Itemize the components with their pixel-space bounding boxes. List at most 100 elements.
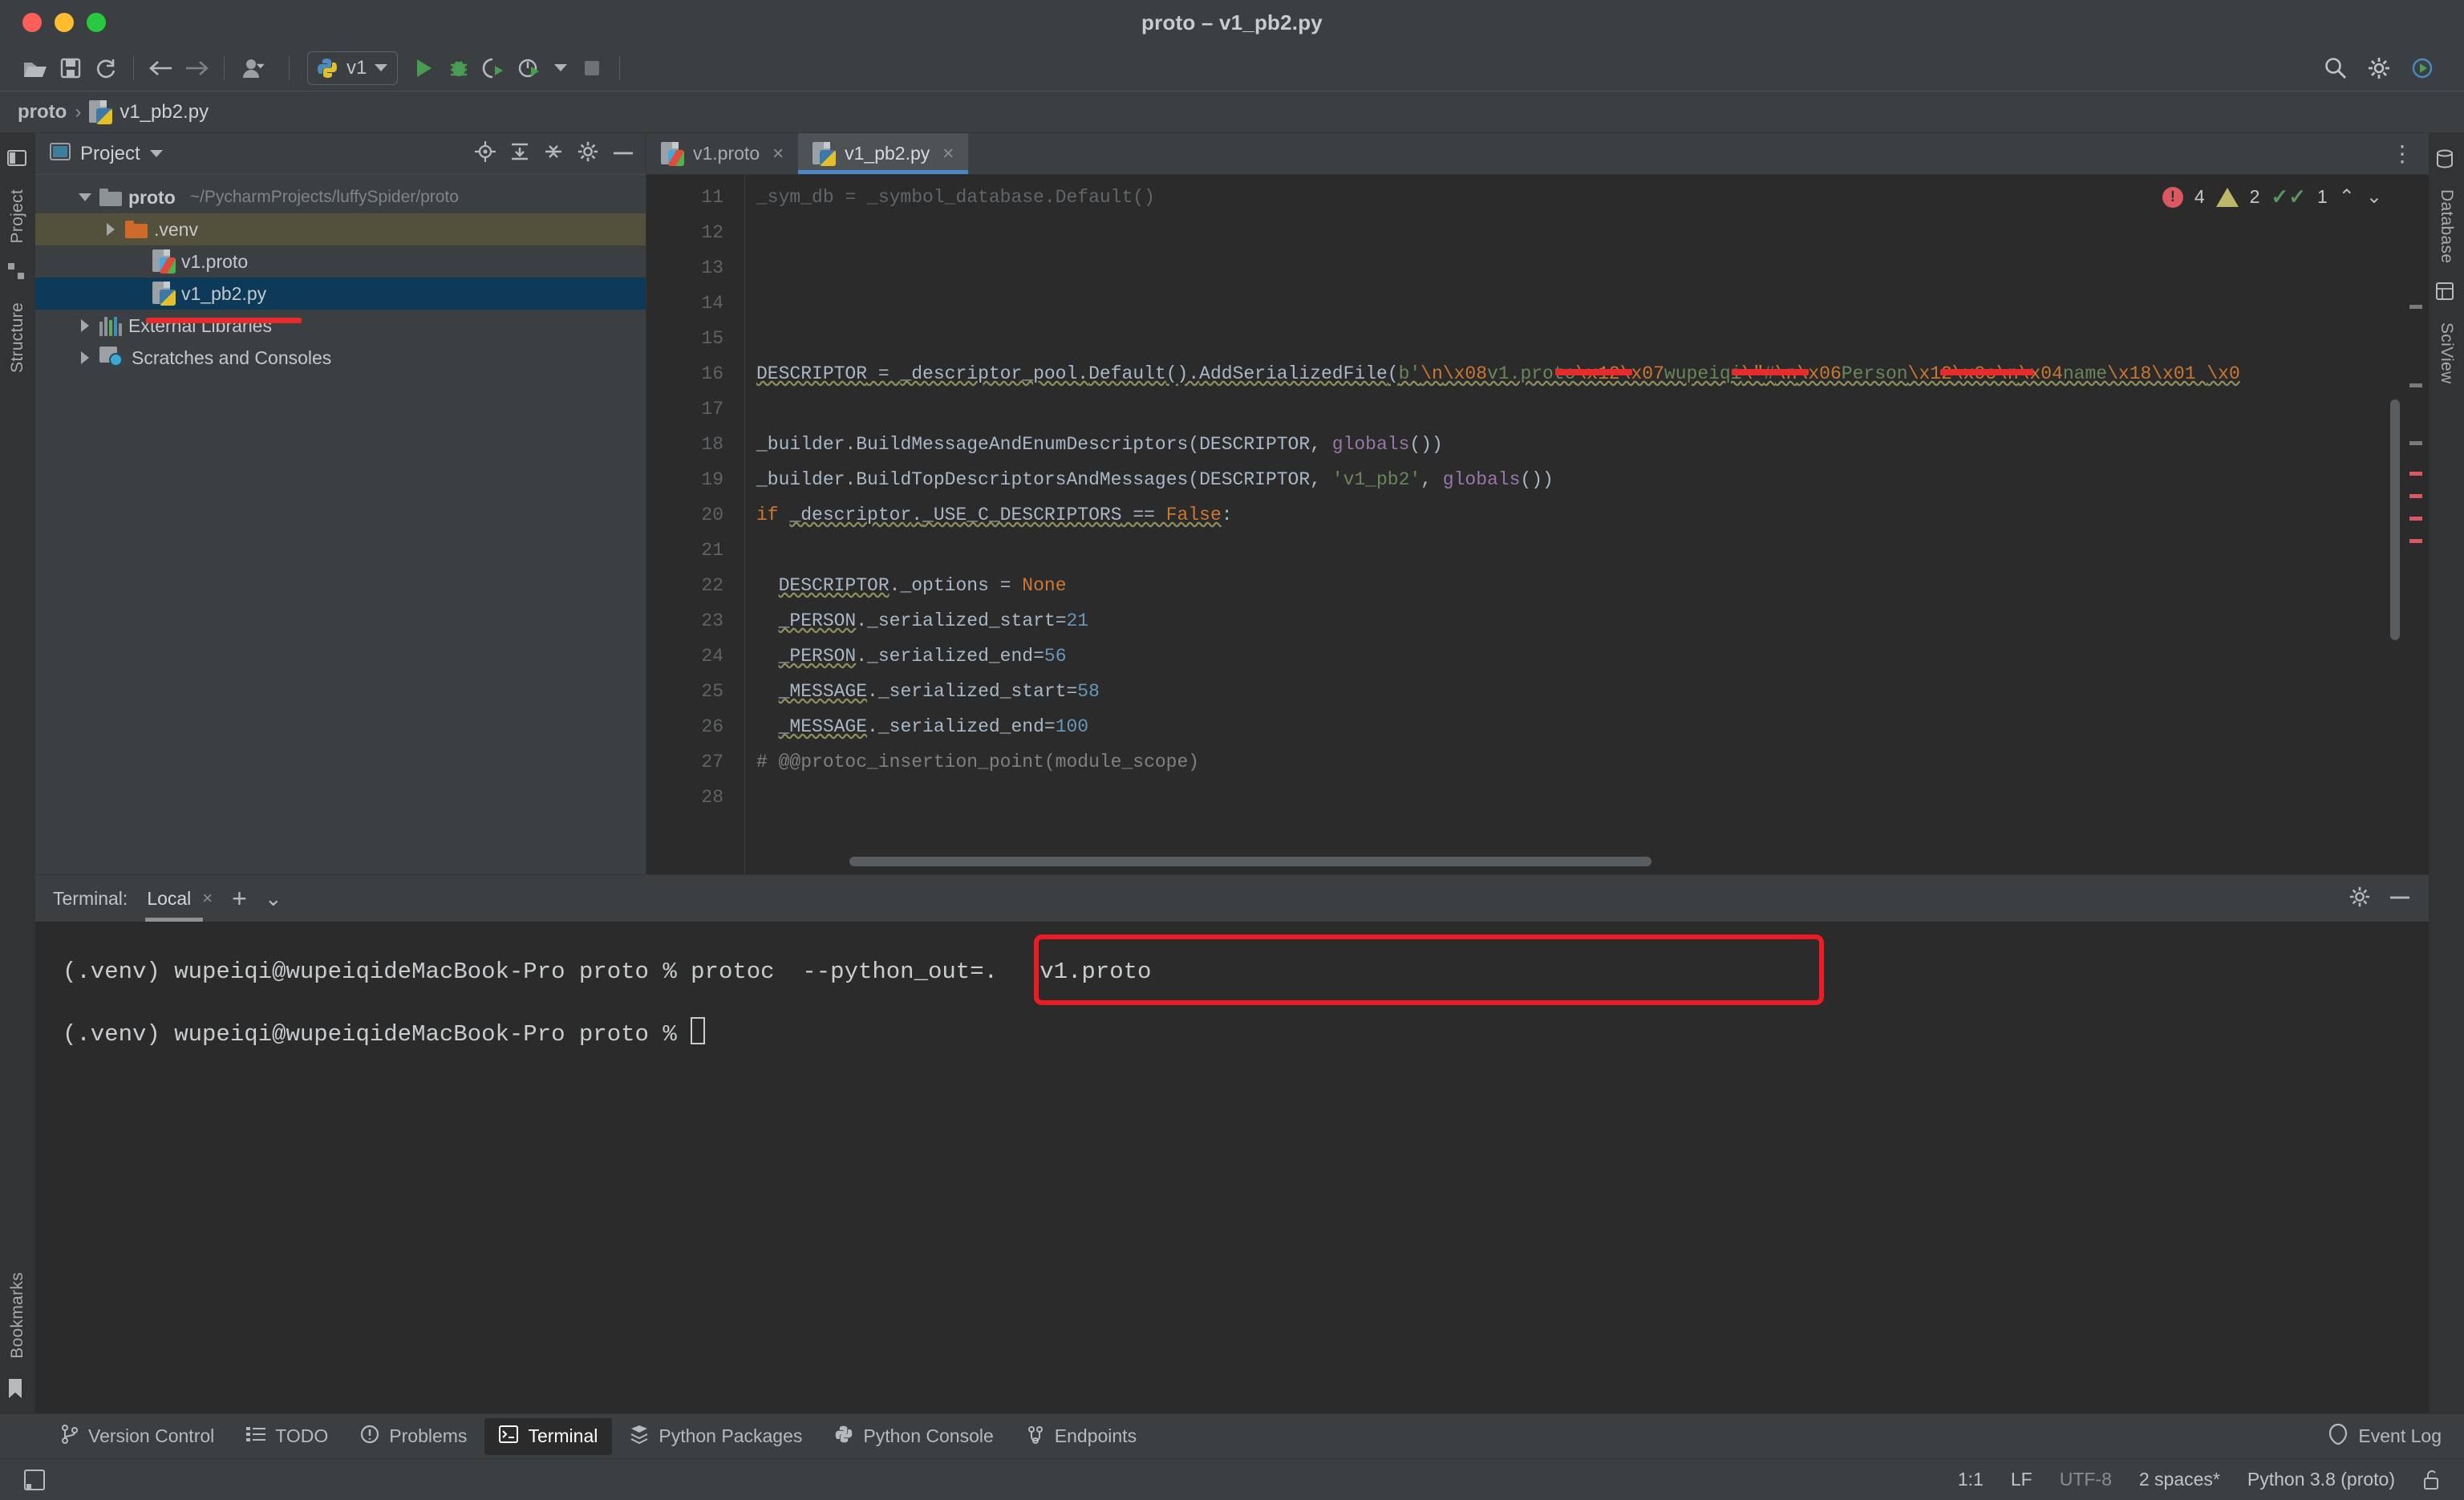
sciview-icon[interactable] <box>2436 282 2457 303</box>
line-number: 16 <box>701 363 723 384</box>
terminal-tab-local[interactable]: Local × <box>145 875 214 922</box>
file-encoding[interactable]: UTF-8 <box>2060 1469 2112 1490</box>
scratches-icon <box>99 347 125 369</box>
editor-horizontal-scrollbar[interactable] <box>745 857 2429 868</box>
terminal-prompt: (.venv) wupeiqi@wupeiqideMacBook-Pro pro… <box>63 959 691 985</box>
tab-v1-pb2-py[interactable]: v1_pb2.py × <box>798 133 969 174</box>
chevron-down-icon[interactable] <box>77 189 93 205</box>
search-icon[interactable] <box>2318 51 2353 86</box>
sidebar-item-bookmarks[interactable]: Bookmarks <box>5 1261 30 1370</box>
expand-all-icon[interactable] <box>509 141 530 166</box>
editor-vertical-scrollbar[interactable] <box>2390 399 2400 640</box>
previous-problem-icon[interactable]: ⌃ <box>2339 185 2355 209</box>
terminal-icon <box>499 1425 519 1448</box>
tree-item-label: Scratches and Consoles <box>132 347 332 368</box>
chevron-down-icon[interactable] <box>149 150 163 157</box>
code-line-18: _builder.BuildMessageAndEnumDescriptors(… <box>756 434 1443 455</box>
sidebar-item-database[interactable]: Database <box>2434 178 2459 274</box>
gear-icon[interactable] <box>2348 886 2371 912</box>
editor-tab-bar: v1.proto × v1_pb2.py × ⋮ <box>646 133 2429 175</box>
terminal-output[interactable]: (.venv) wupeiqi@wupeiqideMacBook-Pro pro… <box>35 922 2429 1413</box>
run-anything-icon[interactable] <box>2405 51 2440 86</box>
terminal-line-2: (.venv) wupeiqi@wupeiqideMacBook-Pro pro… <box>63 1003 2405 1066</box>
breadcrumb-project[interactable]: proto <box>18 101 67 124</box>
python-interpreter[interactable]: Python 3.8 (proto) <box>2247 1469 2395 1490</box>
run-icon[interactable] <box>406 51 441 86</box>
tab-label: v1_pb2.py <box>845 143 930 164</box>
stop-icon[interactable] <box>574 51 610 86</box>
tree-item-v1-proto[interactable]: v1.proto <box>35 245 646 278</box>
chevron-down-icon[interactable]: ⌄ <box>265 886 282 911</box>
save-icon[interactable] <box>53 51 88 86</box>
sidebar-item-structure[interactable]: Structure <box>5 291 30 384</box>
tool-button-python-packages[interactable]: Python Packages <box>615 1418 817 1455</box>
hide-panel-icon[interactable] <box>612 147 634 161</box>
gear-icon[interactable] <box>2361 51 2397 86</box>
tree-item-venv[interactable]: .venv <box>35 213 646 245</box>
event-log-button[interactable]: Event Log <box>2358 1418 2442 1455</box>
arrow-left-icon[interactable] <box>144 51 179 86</box>
scrollbar-thumb[interactable] <box>849 857 1651 866</box>
run-coverage-icon[interactable] <box>476 51 512 86</box>
structure-panel-icon[interactable] <box>7 262 28 283</box>
close-icon[interactable]: × <box>772 143 784 165</box>
tree-item-v1-pb2-py[interactable]: v1_pb2.py <box>35 278 646 310</box>
chevron-right-icon[interactable] <box>77 318 93 334</box>
tool-button-todo[interactable]: TODO <box>232 1418 342 1455</box>
debug-icon[interactable] <box>441 51 476 86</box>
python-file-icon <box>813 141 837 166</box>
tool-button-problems[interactable]: Problems <box>346 1418 481 1455</box>
code-line-19: _builder.BuildTopDescriptorsAndMessages(… <box>756 469 1554 490</box>
chevron-right-icon[interactable] <box>103 221 119 237</box>
user-icon[interactable] <box>234 51 279 86</box>
caret-position[interactable]: 1:1 <box>1958 1469 1984 1490</box>
project-panel-icon[interactable] <box>7 149 28 170</box>
refresh-icon[interactable] <box>88 51 124 86</box>
indent-setting[interactable]: 2 spaces* <box>2139 1469 2220 1490</box>
database-icon[interactable] <box>2436 149 2457 170</box>
editor-viewport[interactable]: 11 12 13 14 15 16 17 18 19 20 21 22 23 2… <box>646 175 2429 874</box>
event-log-label: Event Log <box>2358 1425 2442 1446</box>
unlock-icon[interactable] <box>2422 1470 2443 1490</box>
breadcrumb-file[interactable]: v1_pb2.py <box>120 101 209 124</box>
open-folder-icon[interactable] <box>18 51 53 86</box>
line-number: 17 <box>701 399 723 420</box>
gear-icon[interactable] <box>577 140 599 167</box>
chevron-down-icon[interactable] <box>375 64 388 71</box>
project-panel-title: Project <box>80 142 140 164</box>
editor-options-icon[interactable]: ⋮ <box>2391 140 2414 167</box>
tool-button-endpoints[interactable]: Endpoints <box>1011 1418 1151 1455</box>
tab-label: v1.proto <box>693 143 760 164</box>
chevron-right-icon[interactable] <box>77 350 93 366</box>
tab-v1-proto[interactable]: v1.proto × <box>646 133 798 174</box>
problems-icon <box>360 1425 379 1449</box>
tool-button-version-control[interactable]: Version Control <box>47 1418 229 1455</box>
tool-button-label: Problems <box>389 1425 468 1446</box>
tree-item-scratches-and-consoles[interactable]: Scratches and Consoles <box>35 342 646 374</box>
sidebar-item-sciview[interactable]: SciView <box>2434 311 2459 395</box>
chevron-down-icon-2[interactable] <box>547 51 574 86</box>
collapse-all-icon[interactable] <box>543 141 564 166</box>
tool-button-terminal[interactable]: Terminal <box>484 1417 613 1455</box>
left-tool-rail: Project Structure Bookmarks <box>0 133 35 1413</box>
minimize-icon[interactable] <box>2389 891 2411 906</box>
project-tool-window: Project proto ~/PycharmProjects/luffySpi… <box>35 133 646 874</box>
close-icon[interactable]: × <box>202 888 213 909</box>
arrow-right-icon[interactable] <box>179 51 214 86</box>
tree-item-external-libraries[interactable]: External Libraries <box>35 310 646 342</box>
sidebar-item-project[interactable]: Project <box>5 178 30 254</box>
code-content[interactable]: _sym_db = _symbol_database.Default() DES… <box>744 175 2429 874</box>
tree-item-proto[interactable]: proto ~/PycharmProjects/luffySpider/prot… <box>35 181 646 213</box>
line-separator[interactable]: LF <box>2011 1469 2032 1490</box>
bookmark-icon[interactable] <box>7 1378 28 1399</box>
stripe-marker <box>2409 539 2422 543</box>
profile-icon[interactable] <box>512 51 547 86</box>
locate-icon[interactable] <box>474 140 496 167</box>
next-problem-icon[interactable]: ⌄ <box>2366 185 2382 209</box>
run-configuration-selector[interactable]: v1 <box>307 51 399 85</box>
layout-icon[interactable] <box>24 1469 45 1490</box>
close-icon[interactable]: × <box>942 143 954 165</box>
tool-button-python-console[interactable]: Python Console <box>820 1418 1007 1455</box>
new-terminal-icon[interactable]: + <box>232 886 247 911</box>
inspection-widget[interactable]: ! 4 2 ✓✓ 1 ⌃ ⌄ <box>2162 184 2382 209</box>
